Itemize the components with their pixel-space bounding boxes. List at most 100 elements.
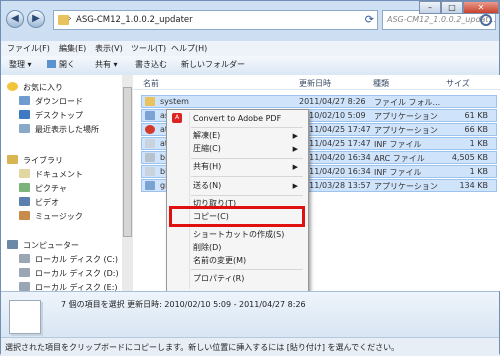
nav-documents[interactable]: ドキュメント xyxy=(19,169,83,180)
address-bar[interactable]: › ASG-CM12_1.0.0.2_updater ⟳ xyxy=(53,10,378,30)
menu-help[interactable]: ヘルプ(H) xyxy=(171,43,207,54)
documents-icon xyxy=(19,169,30,178)
file-size: 1 KB xyxy=(469,139,488,148)
nav-drive-c[interactable]: ローカル ディスク (C:) xyxy=(19,254,118,265)
menu-edit[interactable]: 編集(E) xyxy=(59,43,86,54)
application-icon xyxy=(145,125,155,134)
file-type: アプリケーション xyxy=(374,182,438,191)
nav-videos[interactable]: ビデオ xyxy=(19,197,59,208)
file-row[interactable]: system 2011/04/27 8:26 ファイル フォル... xyxy=(141,95,497,108)
share-button[interactable]: 共有 ▾ xyxy=(95,59,118,70)
menu-divider xyxy=(191,176,303,177)
file-size: 1 KB xyxy=(469,167,488,176)
organize-button[interactable]: 整理 ▾ xyxy=(9,59,32,70)
menu-send-to[interactable]: 送る(N) ▶ xyxy=(189,180,304,192)
drive-icon xyxy=(19,254,30,263)
menu-view[interactable]: 表示(V) xyxy=(95,43,123,54)
close-button[interactable]: ✕ xyxy=(463,1,499,14)
column-type[interactable]: 種類 xyxy=(373,78,389,89)
nav-desktop[interactable]: デスクトップ xyxy=(19,110,83,121)
menu-delete[interactable]: 削除(D) xyxy=(189,242,304,254)
arc-file-icon xyxy=(145,153,155,162)
pictures-icon xyxy=(19,183,30,192)
nav-recent-places[interactable]: 最近表示した場所 xyxy=(19,124,99,135)
nav-favorites[interactable]: お気に入り xyxy=(7,82,63,93)
refresh-icon[interactable]: ⟳ xyxy=(365,13,374,26)
inf-file-icon xyxy=(145,139,155,148)
header-divider xyxy=(133,89,500,90)
file-name: system xyxy=(160,97,189,106)
new-folder-button[interactable]: 新しいフォルダー xyxy=(181,59,245,70)
desktop-icon xyxy=(19,110,30,119)
nav-music[interactable]: ミュージック xyxy=(19,211,83,222)
selection-summary: 7 個の項目を選択 更新日時: 2010/02/10 5:09 - 2011/0… xyxy=(61,300,306,309)
file-type: アプリケーション xyxy=(374,126,438,135)
details-pane: 7 個の項目を選択 更新日時: 2010/02/10 5:09 - 2011/0… xyxy=(1,291,499,338)
minimize-button[interactable]: – xyxy=(419,1,441,14)
computer-icon xyxy=(7,240,18,249)
forward-arrow-icon[interactable]: ▶ xyxy=(27,10,45,28)
file-date: 2011/04/25 17:47 xyxy=(299,139,371,148)
scroll-thumb[interactable] xyxy=(123,87,132,237)
file-size: 66 KB xyxy=(464,125,488,134)
file-date: 2011/03/28 13:57 xyxy=(299,181,371,190)
menu-file[interactable]: ファイル(F) xyxy=(7,43,50,54)
nav-scrollbar[interactable] xyxy=(122,75,133,291)
explorer-window: ◀ ▶ › ASG-CM12_1.0.0.2_updater ⟳ ASG-CM1… xyxy=(0,0,500,356)
submenu-arrow-icon: ▶ xyxy=(292,145,298,153)
column-name[interactable]: 名前 xyxy=(143,78,159,89)
submenu-arrow-icon: ▶ xyxy=(292,182,298,190)
menu-create-shortcut[interactable]: ショートカットの作成(S) xyxy=(189,229,304,241)
menu-tools[interactable]: ツール(T) xyxy=(131,43,166,54)
menu-divider xyxy=(191,269,303,270)
context-menu: A Convert to Adobe PDF 解凍(E) ▶ 圧縮(C) ▶ 共有(… xyxy=(166,109,309,292)
folder-icon xyxy=(145,97,155,106)
file-type: INF ファイル xyxy=(374,168,422,177)
navigation-pane: お気に入り ダウンロード デスクトップ 最近表示した場所 ライブラリ ドキュメン… xyxy=(1,75,123,291)
column-date[interactable]: 更新日時 xyxy=(299,78,331,89)
back-arrow-icon[interactable]: ◀ xyxy=(6,10,24,28)
pdf-icon: A xyxy=(172,113,182,123)
title-bar: ◀ ▶ › ASG-CM12_1.0.0.2_updater ⟳ ASG-CM1… xyxy=(1,1,499,41)
application-icon xyxy=(145,181,155,190)
nav-downloads[interactable]: ダウンロード xyxy=(19,96,83,107)
file-type: アプリケーション xyxy=(374,112,438,121)
nav-computer[interactable]: コンピューター xyxy=(7,240,79,251)
menu-extract[interactable]: 解凍(E) ▶ xyxy=(189,130,304,142)
recent-places-icon xyxy=(19,124,30,133)
submenu-arrow-icon: ▶ xyxy=(292,132,298,140)
videos-icon xyxy=(19,197,30,206)
nav-libraries[interactable]: ライブラリ xyxy=(7,155,63,166)
application-icon xyxy=(145,111,155,120)
file-date: 2011/04/20 16:34 xyxy=(299,153,371,162)
menu-divider xyxy=(191,158,303,159)
file-type: ARC ファイル xyxy=(374,154,425,163)
menu-convert-pdf[interactable]: Convert to Adobe PDF xyxy=(189,113,304,125)
command-bar: 整理 ▾ 開く 共有 ▾ 書き込む 新しいフォルダー xyxy=(1,56,499,76)
menu-share[interactable]: 共有(H) ▶ xyxy=(189,161,304,173)
nav-pictures[interactable]: ピクチャ xyxy=(19,183,67,194)
file-type: INF ファイル xyxy=(374,140,422,149)
menu-divider xyxy=(191,127,303,128)
drive-icon xyxy=(19,268,30,277)
open-icon xyxy=(47,60,56,68)
music-icon xyxy=(19,211,30,220)
menu-properties[interactable]: プロパティ(R) xyxy=(189,273,304,285)
file-size: 4,505 KB xyxy=(451,153,488,162)
address-text: ASG-CM12_1.0.0.2_updater xyxy=(76,15,193,25)
menu-compress[interactable]: 圧縮(C) ▶ xyxy=(189,143,304,155)
file-date: 2011/04/27 8:26 xyxy=(299,97,366,106)
chevron-icon: › xyxy=(68,14,72,24)
menu-rename[interactable]: 名前の変更(M) xyxy=(189,255,304,267)
status-bar: 選択された項目をクリップボードにコピーします。新しい位置に挿入するには [貼り付… xyxy=(1,337,499,356)
nav-drive-d[interactable]: ローカル ディスク (D:) xyxy=(19,268,119,279)
column-size[interactable]: サイズ xyxy=(446,78,470,89)
open-button[interactable]: 開く xyxy=(47,59,75,70)
file-date: 2011/04/20 16:34 xyxy=(299,167,371,176)
burn-button[interactable]: 書き込む xyxy=(135,59,167,70)
maximize-button[interactable]: □ xyxy=(441,1,463,14)
star-icon xyxy=(7,82,18,91)
menu-divider xyxy=(191,195,303,196)
nav-drive-e[interactable]: ローカル ディスク (E:) xyxy=(19,282,118,291)
drive-icon xyxy=(19,282,30,291)
